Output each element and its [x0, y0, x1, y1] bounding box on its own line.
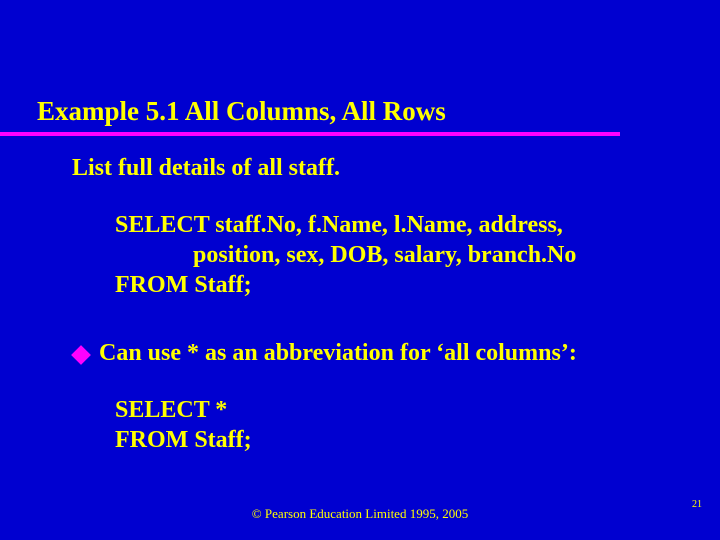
query1-line1: SELECT staff.No, f.Name, l.Name, address… [115, 210, 576, 240]
title-underline [0, 132, 620, 136]
page-number: 21 [692, 499, 702, 510]
footer-copyright: © Pearson Education Limited 1995, 2005 [0, 506, 720, 522]
query1-line2: position, sex, DOB, salary, branch.No [115, 240, 576, 270]
slide: Example 5.1 All Columns, All Rows List f… [0, 0, 720, 540]
bullet-item: Can use * as an abbreviation for ‘all co… [74, 340, 577, 367]
query2-line1: SELECT * [115, 395, 252, 425]
diamond-bullet-icon [71, 345, 91, 365]
sql-query-1: SELECT staff.No, f.Name, l.Name, address… [115, 210, 576, 300]
query2-line2: FROM Staff; [115, 425, 252, 455]
query1-line3: FROM Staff; [115, 270, 576, 300]
slide-title: Example 5.1 All Columns, All Rows [37, 96, 446, 127]
sql-query-2: SELECT * FROM Staff; [115, 395, 252, 455]
bullet-text: Can use * as an abbreviation for ‘all co… [99, 340, 577, 367]
slide-subtitle: List full details of all staff. [72, 155, 340, 182]
